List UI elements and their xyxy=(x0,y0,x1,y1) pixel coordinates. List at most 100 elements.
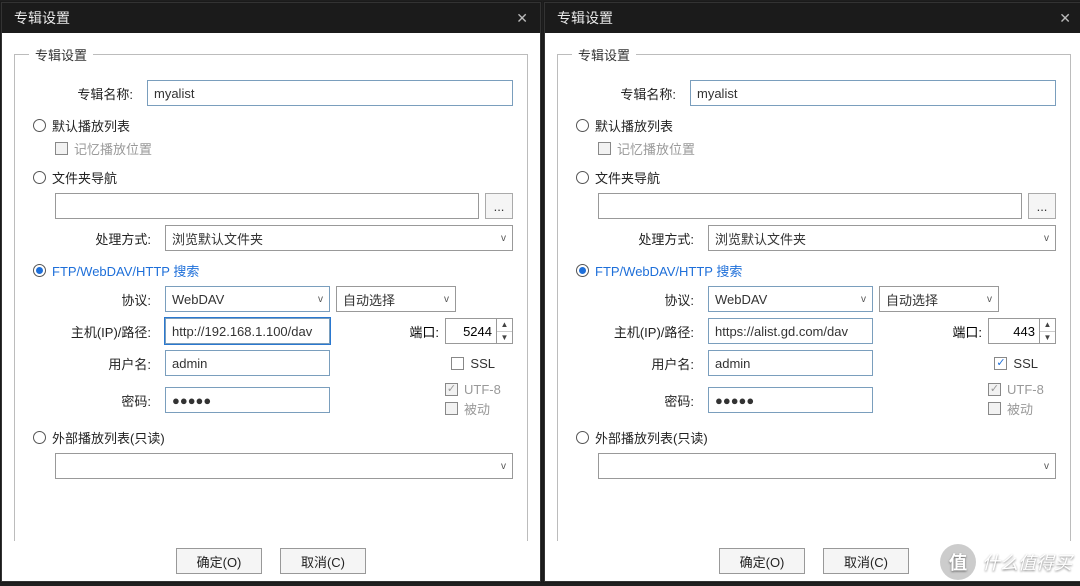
utf8-checkbox-row: UTF-8 xyxy=(988,382,1056,397)
chevron-down-icon: v xyxy=(501,461,506,472)
auto-select-value: 自动选择 xyxy=(886,290,938,309)
ext-playlist-select[interactable]: v xyxy=(55,453,513,479)
port-label: 端口: xyxy=(952,322,982,341)
protocol-select[interactable]: WebDAV v xyxy=(708,286,873,312)
radio-ftp-search-label: FTP/WebDAV/HTTP 搜索 xyxy=(52,261,199,280)
dialog-left: 专辑设置 ✕ 专辑设置 专辑名称: 默认播放列表 记忆播放位置 xyxy=(1,2,541,582)
folder-path-input[interactable] xyxy=(55,193,479,219)
album-name-label: 专辑名称: xyxy=(29,84,141,103)
user-input[interactable] xyxy=(165,350,330,376)
titlebar: 专辑设置 ✕ xyxy=(545,3,1080,33)
passive-label: 被动 xyxy=(464,399,490,418)
remember-position-row: 记忆播放位置 xyxy=(598,139,1056,158)
radio-default-playlist[interactable]: 默认播放列表 xyxy=(576,116,1056,135)
password-input[interactable] xyxy=(165,387,330,413)
checkbox-icon xyxy=(994,357,1007,370)
radio-folder-nav[interactable]: 文件夹导航 xyxy=(33,168,513,187)
stepper-buttons[interactable]: ▲▼ xyxy=(497,318,513,344)
radio-folder-nav[interactable]: 文件夹导航 xyxy=(576,168,1056,187)
window-title: 专辑设置 xyxy=(557,8,613,28)
radio-icon xyxy=(576,264,589,277)
port-input[interactable] xyxy=(988,318,1040,344)
password-input[interactable] xyxy=(708,387,873,413)
chevron-down-icon: v xyxy=(987,294,992,305)
host-label: 主机(IP)/路径: xyxy=(29,322,159,341)
port-label: 端口: xyxy=(409,322,439,341)
chevron-down-icon: v xyxy=(318,294,323,305)
protocol-select[interactable]: WebDAV v xyxy=(165,286,330,312)
stepper-buttons[interactable]: ▲▼ xyxy=(1040,318,1056,344)
ext-playlist-select[interactable]: v xyxy=(598,453,1056,479)
close-icon[interactable]: ✕ xyxy=(1059,10,1071,27)
checkbox-icon xyxy=(55,142,68,155)
utf8-label: UTF-8 xyxy=(464,382,501,397)
radio-icon xyxy=(33,431,46,444)
checkbox-icon xyxy=(988,383,1001,396)
radio-ftp-search-label: FTP/WebDAV/HTTP 搜索 xyxy=(595,261,742,280)
settings-group: 专辑设置 专辑名称: 默认播放列表 记忆播放位置 文件夹导航 xyxy=(14,45,528,541)
remember-position-label: 记忆播放位置 xyxy=(74,139,152,158)
radio-ext-playlist[interactable]: 外部播放列表(只读) xyxy=(33,428,513,447)
chevron-down-icon: ▼ xyxy=(497,332,512,344)
user-label: 用户名: xyxy=(29,354,159,373)
checkbox-icon xyxy=(598,142,611,155)
host-input[interactable] xyxy=(165,318,330,344)
port-stepper[interactable]: ▲▼ xyxy=(988,318,1056,344)
dialog-footer: 确定(O) 取消(C) xyxy=(2,541,540,581)
checkbox-icon xyxy=(445,402,458,415)
host-input[interactable] xyxy=(708,318,873,344)
radio-default-playlist[interactable]: 默认播放列表 xyxy=(33,116,513,135)
auto-select-value: 自动选择 xyxy=(343,290,395,309)
ok-button[interactable]: 确定(O) xyxy=(176,548,262,574)
radio-folder-nav-label: 文件夹导航 xyxy=(595,168,660,187)
album-name-input[interactable] xyxy=(147,80,513,106)
watermark: 值 什么值得买 xyxy=(940,544,1072,580)
passive-checkbox-row: 被动 xyxy=(988,399,1056,418)
radio-ext-playlist[interactable]: 外部播放列表(只读) xyxy=(576,428,1056,447)
radio-folder-nav-label: 文件夹导航 xyxy=(52,168,117,187)
handle-method-label: 处理方式: xyxy=(29,229,159,248)
checkbox-icon xyxy=(988,402,1001,415)
utf8-label: UTF-8 xyxy=(1007,382,1044,397)
auto-select[interactable]: 自动选择 v xyxy=(336,286,456,312)
user-input[interactable] xyxy=(708,350,873,376)
port-stepper[interactable]: ▲▼ xyxy=(445,318,513,344)
close-icon[interactable]: ✕ xyxy=(516,10,528,27)
handle-method-value: 浏览默认文件夹 xyxy=(715,229,806,248)
ssl-label: SSL xyxy=(1013,356,1038,371)
radio-default-playlist-label: 默认播放列表 xyxy=(52,116,130,135)
cancel-button[interactable]: 取消(C) xyxy=(823,548,909,574)
handle-method-select[interactable]: 浏览默认文件夹 v xyxy=(708,225,1056,251)
album-name-label: 专辑名称: xyxy=(572,84,684,103)
folder-path-input[interactable] xyxy=(598,193,1022,219)
chevron-down-icon: ▼ xyxy=(1040,332,1055,344)
handle-method-select[interactable]: 浏览默认文件夹 v xyxy=(165,225,513,251)
titlebar: 专辑设置 ✕ xyxy=(2,3,540,33)
remember-position-label: 记忆播放位置 xyxy=(617,139,695,158)
chevron-down-icon: v xyxy=(861,294,866,305)
radio-icon xyxy=(33,264,46,277)
auto-select[interactable]: 自动选择 v xyxy=(879,286,999,312)
ssl-checkbox-row[interactable]: SSL xyxy=(994,356,1038,371)
cancel-button[interactable]: 取消(C) xyxy=(280,548,366,574)
browse-button[interactable]: ... xyxy=(1028,193,1056,219)
album-name-input[interactable] xyxy=(690,80,1056,106)
port-input[interactable] xyxy=(445,318,497,344)
handle-method-value: 浏览默认文件夹 xyxy=(172,229,263,248)
chevron-down-icon: v xyxy=(1044,233,1049,244)
radio-icon xyxy=(576,171,589,184)
ok-button[interactable]: 确定(O) xyxy=(719,548,805,574)
settings-group: 专辑设置 专辑名称: 默认播放列表 记忆播放位置 文件夹导航 xyxy=(557,45,1071,541)
radio-icon xyxy=(33,171,46,184)
ssl-checkbox-row[interactable]: SSL xyxy=(451,356,495,371)
browse-button[interactable]: ... xyxy=(485,193,513,219)
utf8-checkbox-row: UTF-8 xyxy=(445,382,513,397)
group-legend: 专辑设置 xyxy=(29,45,93,64)
radio-ftp-search[interactable]: FTP/WebDAV/HTTP 搜索 xyxy=(33,261,513,280)
radio-ext-playlist-label: 外部播放列表(只读) xyxy=(52,428,165,447)
radio-ftp-search[interactable]: FTP/WebDAV/HTTP 搜索 xyxy=(576,261,1056,280)
checkbox-icon xyxy=(451,357,464,370)
chevron-down-icon: v xyxy=(444,294,449,305)
radio-icon xyxy=(33,119,46,132)
passive-label: 被动 xyxy=(1007,399,1033,418)
